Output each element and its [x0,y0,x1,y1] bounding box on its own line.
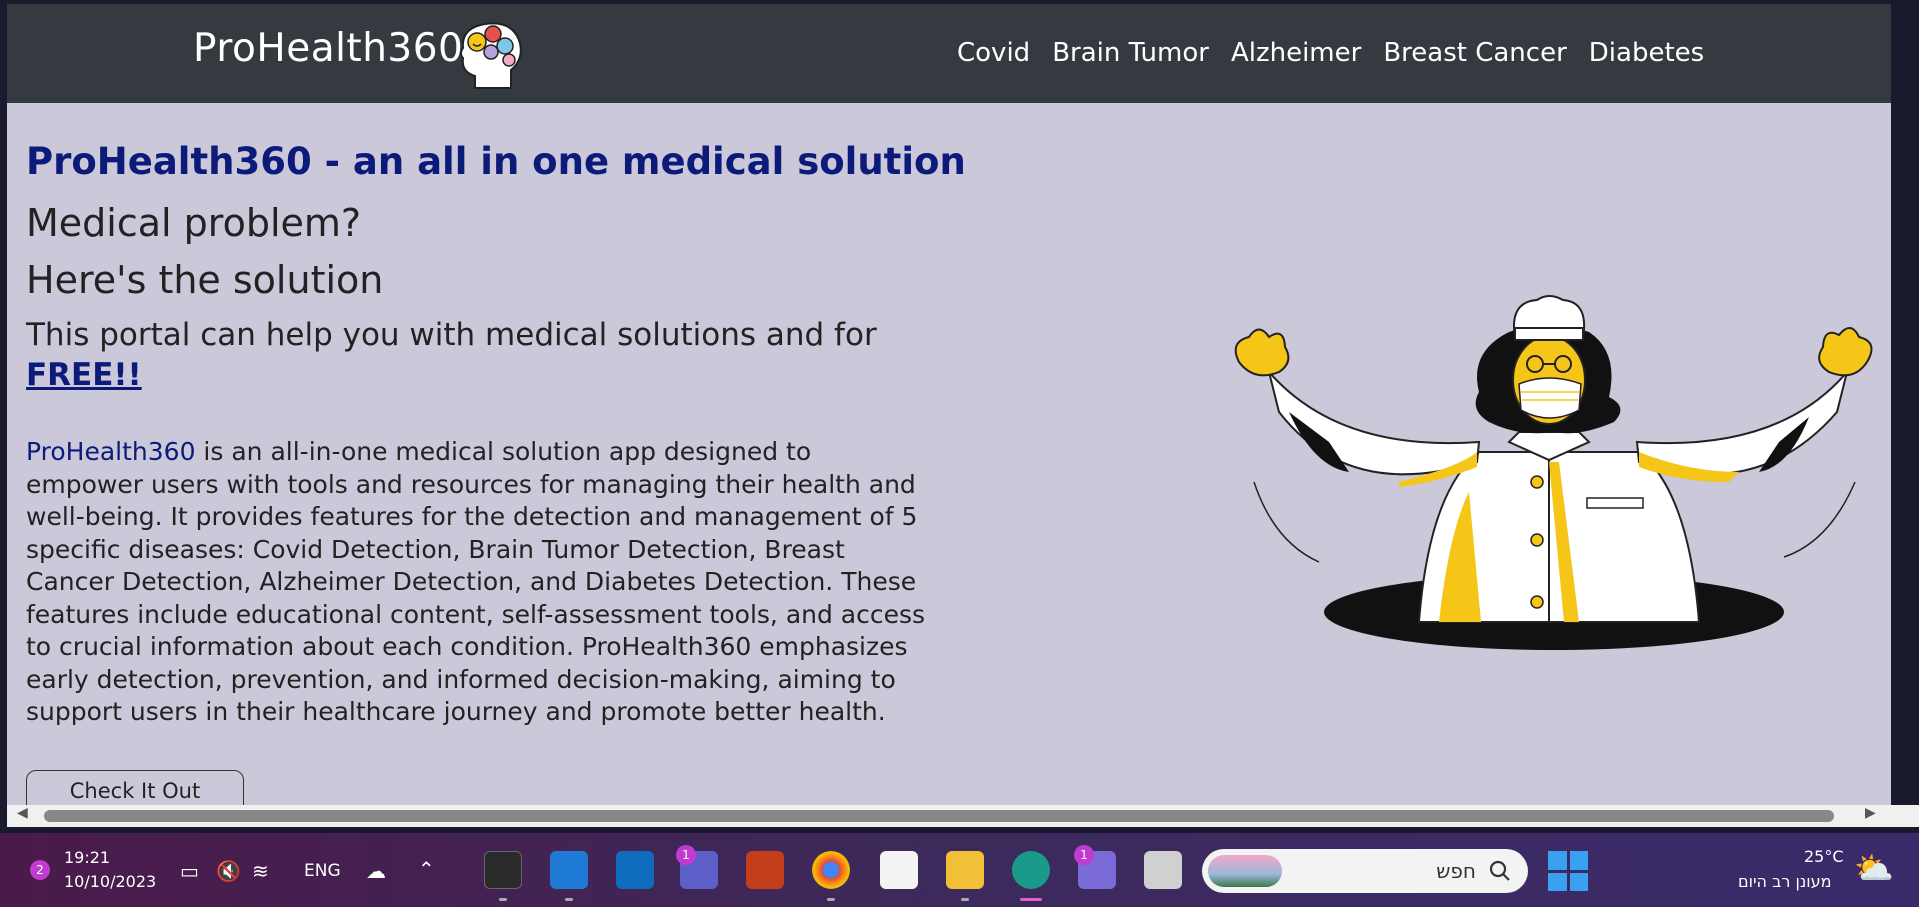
search-placeholder: חפש [1436,859,1476,883]
scrollbar-corner [1891,805,1919,827]
nav-link-breast-cancer[interactable]: Breast Cancer [1383,38,1566,68]
wifi-icon[interactable]: ≋ [252,859,269,883]
teams-badge: 1 [676,845,696,865]
chevron-up-icon[interactable]: ⌃ [418,857,435,881]
nav-link-alzheimer[interactable]: Alzheimer [1231,38,1361,68]
notification-badge[interactable]: 2 [30,860,50,880]
onedrive-warning-icon[interactable]: ☁ [366,859,386,883]
subtitle-problem: Medical problem? [26,201,362,245]
clock-time[interactable]: 19:21 [64,848,110,867]
file-explorer-running-indicator [961,898,969,901]
scroll-left-arrow-icon[interactable]: ◀ [17,805,28,821]
file-explorer-icon[interactable] [946,851,984,889]
edge-icon[interactable] [1012,851,1050,889]
description-text: is an all-in-one medical solution app de… [26,437,926,726]
search-highlight-image-icon [1208,855,1282,887]
powerpoint-icon[interactable] [746,851,784,889]
microsoft-store-icon[interactable] [880,851,918,889]
clock-date[interactable]: 10/10/2023 [64,872,156,891]
description-paragraph: ProHealth360 is an all-in-one medical so… [26,436,936,729]
battery-icon[interactable]: ▭ [180,859,199,883]
lead-text: This portal can help you with medical so… [26,315,906,395]
mute-icon[interactable]: 🔇 [216,859,241,883]
description-brand: ProHealth360 [26,437,196,466]
outlook-new-icon[interactable] [616,851,654,889]
nav-link-brain-tumor[interactable]: Brain Tumor [1052,38,1209,68]
chrome-icon[interactable] [812,851,850,889]
taskbar-search[interactable]: חפש [1202,849,1528,893]
vscode-running-indicator [565,898,573,901]
page-title: ProHealth360 - an all in one medical sol… [26,140,966,183]
brain-head-logo-icon [460,22,522,89]
navbar: ProHealth360 Covid Brain Tumor Alzheimer… [7,4,1891,103]
free-link[interactable]: FREE!! [26,357,142,393]
vscode-icon[interactable] [550,851,588,889]
edge-active-indicator [1020,898,1042,901]
horizontal-scrollbar[interactable]: ◀ ▶ [7,805,1891,827]
browser-viewport: ProHealth360 Covid Brain Tumor Alzheimer… [7,4,1891,805]
doctor-illustration [1234,295,1873,650]
brand-name[interactable]: ProHealth360 [193,26,463,71]
chat-badge: 1 [1074,845,1094,865]
search-icon [1489,860,1510,881]
weather-cloud-sun-icon[interactable]: ⛅ [1854,849,1894,887]
terminal-icon[interactable] [484,851,522,889]
taskbar: 2 19:21 10/10/2023 ▭ 🔇 ≋ ENG ☁ ⌃ 1 1 חפש… [0,833,1919,907]
nav-link-diabetes[interactable]: Diabetes [1589,38,1704,68]
terminal-running-indicator [499,898,507,901]
weather-temperature[interactable]: 25°C [1804,847,1844,866]
lead-text-body: This portal can help you with medical so… [26,317,877,353]
check-it-out-button[interactable]: Check It Out [26,770,244,805]
task-view-icon[interactable] [1144,851,1182,889]
weather-description[interactable]: מעונן רב היום [1738,872,1831,891]
chrome-running-indicator [827,898,835,901]
language-indicator[interactable]: ENG [304,861,341,881]
scroll-right-arrow-icon[interactable]: ▶ [1865,805,1876,821]
nav-link-covid[interactable]: Covid [957,38,1030,68]
horizontal-scroll-thumb[interactable] [44,810,1834,822]
windows-start-icon[interactable] [1548,851,1588,891]
nav-links: Covid Brain Tumor Alzheimer Breast Cance… [957,38,1704,68]
subtitle-solution: Here's the solution [26,258,384,302]
